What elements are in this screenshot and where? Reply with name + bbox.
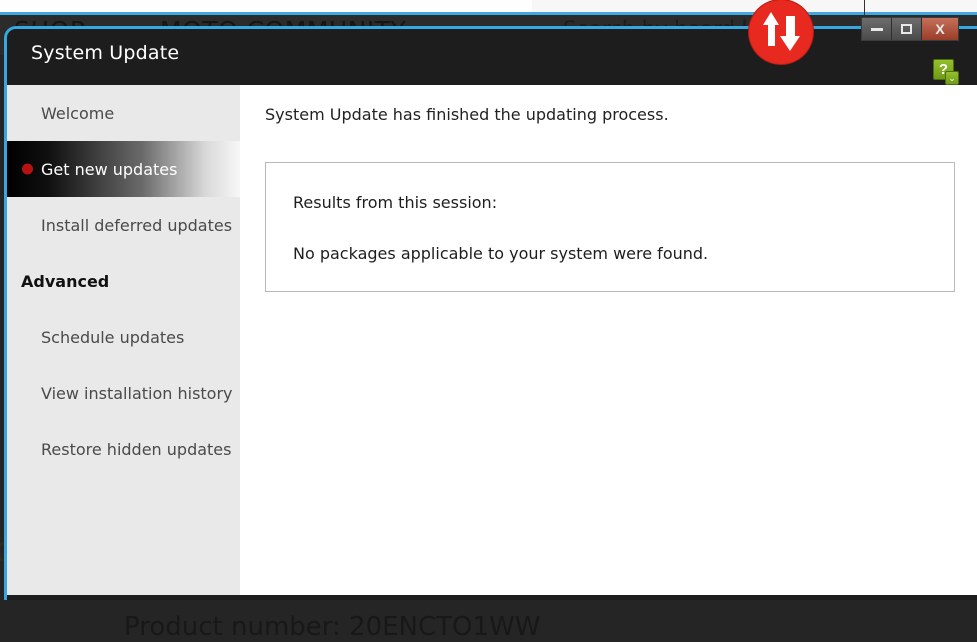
- sidebar-item-install-deferred-updates[interactable]: Install deferred updates: [7, 197, 240, 253]
- sidebar-item-restore-hidden-updates[interactable]: Restore hidden updates: [7, 421, 240, 477]
- window-controls: X: [861, 17, 959, 41]
- screen-root: SHOP MOTO COMMUNITY Search by board lev …: [0, 0, 977, 642]
- sidebar-item-label: Get new updates: [41, 159, 178, 179]
- sidebar-item-label: Schedule updates: [41, 327, 185, 347]
- background-top-strip-white: [0, 0, 532, 12]
- minimize-icon: [870, 27, 883, 31]
- sidebar-item-schedule-updates[interactable]: Schedule updates: [7, 309, 240, 365]
- maximize-button[interactable]: [892, 18, 922, 40]
- sidebar-item-label: Install deferred updates: [41, 215, 233, 235]
- sidebar-item-label: Welcome: [41, 103, 115, 123]
- maximize-icon: [901, 24, 912, 34]
- help-chevron-label: ⌄: [948, 72, 956, 83]
- window-body: Welcome Get new updates Install deferred…: [7, 85, 977, 600]
- arrow-down-icon: [780, 36, 800, 51]
- sidebar-item-label: Restore hidden updates: [41, 439, 232, 459]
- selected-bullet-icon: [22, 163, 33, 175]
- sidebar-item-get-new-updates[interactable]: Get new updates: [7, 141, 240, 197]
- help-chevron-down-icon[interactable]: ⌄: [945, 71, 959, 85]
- status-message: System Update has finished the updating …: [265, 105, 669, 124]
- help-icon[interactable]: ? ⌄: [933, 59, 959, 85]
- sidebar-item-label: View installation history: [41, 383, 233, 403]
- arrow-up-stem: [768, 22, 775, 46]
- results-heading: Results from this session:: [293, 193, 498, 212]
- main-content: System Update has finished the updating …: [240, 85, 977, 595]
- results-box: Results from this session: No packages a…: [265, 162, 955, 292]
- window-title: System Update: [31, 42, 180, 64]
- sidebar-item-welcome[interactable]: Welcome: [7, 85, 240, 141]
- system-update-arrows-icon[interactable]: [749, 0, 813, 64]
- close-button[interactable]: X: [922, 18, 958, 40]
- minimize-button[interactable]: [862, 18, 892, 40]
- sidebar-section-label: Advanced: [21, 271, 110, 291]
- sidebar-section-advanced: Advanced: [7, 253, 240, 309]
- results-message: No packages applicable to your system we…: [293, 244, 709, 263]
- background-product-number: Product number: 20ENCTO1WW: [124, 612, 541, 642]
- window-titlebar: System Update ? ⌄: [7, 29, 977, 85]
- sidebar: Welcome Get new updates Install deferred…: [7, 85, 240, 595]
- close-icon: X: [935, 21, 945, 37]
- sidebar-item-view-installation-history[interactable]: View installation history: [7, 365, 240, 421]
- system-update-window: System Update ? ⌄ Welcome Get new update…: [4, 26, 977, 600]
